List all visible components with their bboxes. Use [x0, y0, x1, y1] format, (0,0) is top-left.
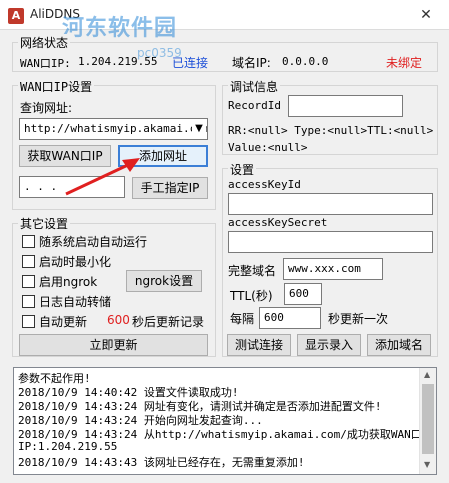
chevron-down-icon[interactable]: ▼ — [192, 120, 206, 138]
log-line: 2018/10/9 14:43:43 该网址已经存在，无需重复添加! — [18, 456, 305, 469]
close-icon[interactable]: ✕ — [403, 0, 449, 30]
interval-label: 每隔 — [230, 312, 255, 326]
ngrok-label: 启用ngrok — [39, 275, 98, 289]
test-connection-button[interactable]: 测试连接 — [227, 334, 291, 356]
app-icon: A — [8, 8, 24, 24]
auto-update-checkbox[interactable] — [22, 315, 35, 328]
show-records-button[interactable]: 显示录入 — [297, 334, 361, 356]
autostart-checkbox[interactable] — [22, 235, 35, 248]
access-key-secret-input[interactable] — [228, 231, 433, 253]
interval-input[interactable]: 600 — [259, 307, 321, 329]
ngrok-checkbox[interactable] — [22, 275, 35, 288]
autostart-label: 随系统启动自动运行 — [39, 235, 148, 249]
access-key-id-label: accessKeyId — [228, 178, 301, 191]
annotation-arrow-icon — [65, 158, 140, 196]
value-line: Value:<null> — [228, 141, 308, 154]
domain-ip-value: 0.0.0.0 — [282, 55, 329, 68]
settings-title: 设置 — [228, 161, 257, 178]
full-domain-label: 完整域名 — [228, 264, 277, 278]
log-dump-label: 日志自动转储 — [39, 295, 112, 309]
log-line: IP:1.204.219.55 — [18, 440, 118, 453]
wan-ip-value: 1.204.219.55 — [78, 55, 158, 68]
access-key-secret-label: accessKeySecret — [228, 216, 328, 229]
domain-ip-label: 域名IP: — [232, 56, 271, 70]
debug-info-title: 调试信息 — [228, 78, 281, 95]
scroll-up-icon[interactable]: ▲ — [424, 370, 430, 379]
ttl-label: TTL(秒) — [230, 289, 273, 303]
access-key-id-input[interactable] — [228, 193, 433, 215]
add-domain-button[interactable]: 添加域名 — [367, 334, 431, 356]
minimize-label: 启动时最小化 — [39, 255, 112, 269]
auto-update-label: 自动更新 — [39, 315, 88, 329]
ttl-input[interactable]: 600 — [284, 283, 322, 305]
log-scrollbar[interactable]: ▲ ▼ — [419, 368, 436, 474]
interval-suffix: 秒更新一次 — [328, 312, 389, 326]
wan-ip-label: WAN口IP: — [20, 57, 71, 70]
network-status-title: 网络状态 — [18, 34, 71, 51]
update-seconds: 600 — [107, 313, 130, 327]
update-suffix: 秒后更新记录 — [132, 315, 205, 329]
log-dump-checkbox[interactable] — [22, 295, 35, 308]
rr-type-ttl-line: RR:<null> Type:<null>TTL:<null> — [228, 124, 434, 137]
bind-status: 未绑定 — [386, 56, 423, 70]
network-status-group — [12, 42, 438, 72]
ngrok-settings-button[interactable]: ngrok设置 — [126, 270, 202, 292]
record-id-input[interactable] — [288, 95, 403, 117]
update-now-button[interactable]: 立即更新 — [19, 334, 208, 356]
log-textarea[interactable]: 参数不起作用! 2018/10/9 14:40:42 设置文件读取成功! 201… — [13, 367, 437, 475]
scroll-down-icon[interactable]: ▼ — [424, 460, 430, 469]
query-url-label: 查询网址: — [20, 101, 73, 115]
query-url-value: http://whatismyip.akamai.com — [24, 122, 208, 135]
query-url-select[interactable]: http://whatismyip.akamai.com — [19, 118, 208, 140]
connected-status: 已连接 — [172, 56, 209, 70]
full-domain-input[interactable]: www.xxx.com — [283, 258, 383, 280]
minimize-checkbox[interactable] — [22, 255, 35, 268]
wan-settings-title: WAN口IP设置 — [18, 78, 95, 95]
other-settings-title: 其它设置 — [18, 215, 71, 232]
watermark: 河东软件园 — [62, 16, 178, 41]
record-id-label: RecordId — [228, 99, 281, 112]
scroll-thumb[interactable] — [422, 384, 434, 454]
